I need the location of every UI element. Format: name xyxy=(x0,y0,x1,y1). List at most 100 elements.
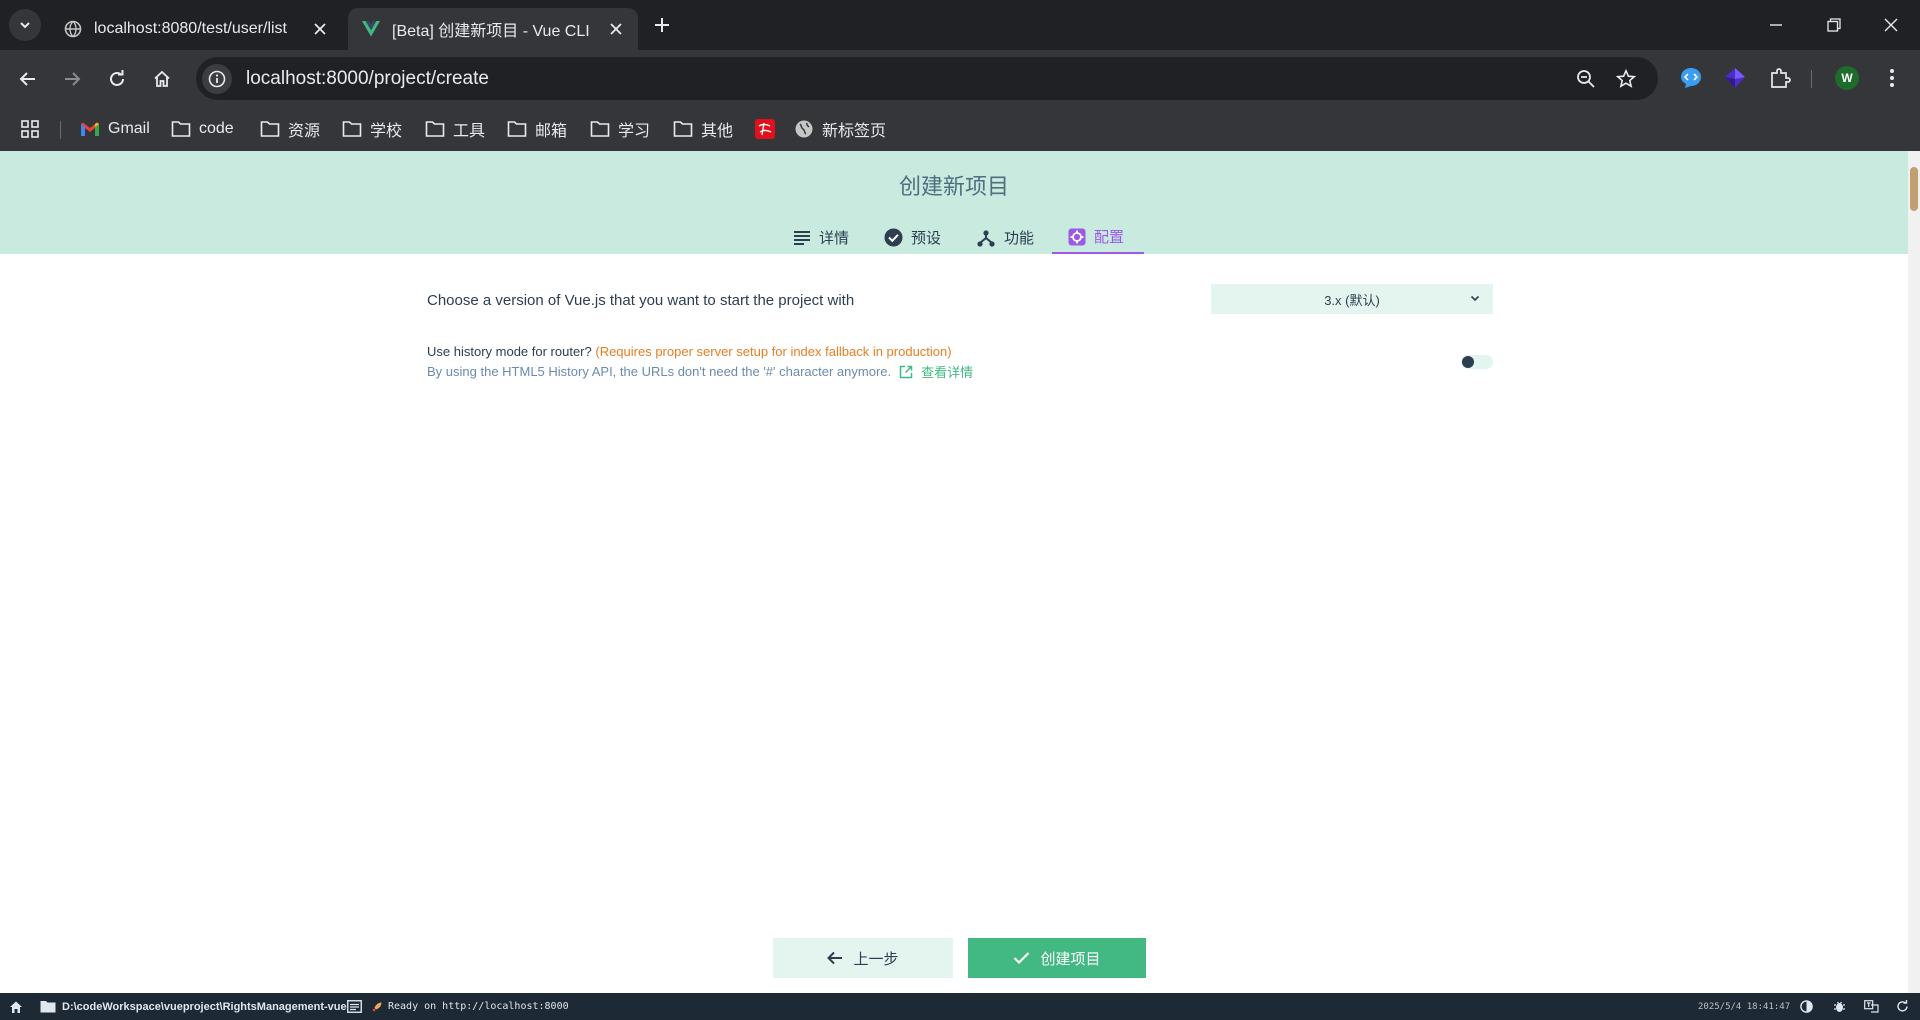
close-window-button[interactable] xyxy=(1862,0,1920,50)
gem-extension-icon[interactable] xyxy=(1719,62,1751,94)
menu-button[interactable] xyxy=(1876,62,1908,94)
bookmark-folder-resources[interactable]: 资源 xyxy=(260,115,320,143)
bookmark-new-tab-page[interactable]: 新标签页 xyxy=(794,115,886,143)
bookmark-folder-tools[interactable]: 工具 xyxy=(425,115,485,143)
bug-report-button[interactable] xyxy=(1833,993,1846,1020)
url-text[interactable]: localhost:8000/project/create xyxy=(246,68,489,90)
home-status-button[interactable] xyxy=(9,993,23,1020)
tab-title: [Beta] 创建新项目 - Vue CLI xyxy=(392,23,590,40)
check-icon xyxy=(1014,952,1030,965)
clock-text: 2025/5/4 18:41:47 xyxy=(1698,1001,1791,1012)
contrast-icon xyxy=(1800,1000,1813,1013)
home-icon xyxy=(10,1001,22,1013)
bookmark-folder-school[interactable]: 学校 xyxy=(342,115,402,143)
minimize-button[interactable] xyxy=(1747,0,1805,50)
folder-icon xyxy=(171,121,191,137)
project-path[interactable]: D:\codeWorkspace\vueproject\RightsManage… xyxy=(40,993,347,1020)
log-status[interactable]: Ready on http://localhost:8000 xyxy=(347,993,569,1020)
log-text: Ready on http://localhost:8000 xyxy=(388,1001,569,1012)
close-icon[interactable] xyxy=(310,19,330,39)
bookmark-label: 资源 xyxy=(288,123,321,140)
address-bar[interactable]: localhost:8000/project/create xyxy=(196,57,1658,100)
close-icon[interactable] xyxy=(606,19,626,39)
new-tab-button[interactable] xyxy=(650,13,674,37)
star-icon[interactable] xyxy=(1612,65,1640,93)
list-icon xyxy=(794,230,810,245)
bookmark-label: 学校 xyxy=(370,123,403,140)
status-clock: 2025/5/4 18:41:47 xyxy=(1698,993,1790,1020)
terminal-icon xyxy=(347,1000,362,1013)
history-mode-desc-text: By using the HTML5 History API, the URLs… xyxy=(427,364,892,379)
check-circle-icon xyxy=(884,228,903,247)
vue-version-select[interactable]: 3.x (默认) xyxy=(1211,284,1493,314)
profile-avatar[interactable]: W xyxy=(1831,62,1863,94)
restore-icon xyxy=(1827,18,1841,32)
refresh-status-button[interactable] xyxy=(1896,993,1909,1020)
bookmark-label: 学习 xyxy=(618,123,651,140)
bookmark-label: 新标签页 xyxy=(822,123,887,140)
bookmark-folder-other[interactable]: 其他 xyxy=(673,115,733,143)
reload-button[interactable] xyxy=(100,62,134,96)
scroll-thumb[interactable] xyxy=(1910,167,1918,211)
vue-logo-icon xyxy=(362,20,380,38)
bookmark-folder-study[interactable]: 学习 xyxy=(590,115,650,143)
minimize-icon xyxy=(1770,24,1782,26)
tab-features[interactable]: 功能 xyxy=(976,221,1034,254)
folder-icon xyxy=(40,1001,56,1013)
bookmark-folder-code[interactable]: code xyxy=(171,115,234,143)
toolbar-divider xyxy=(1811,70,1812,88)
toggle-knob xyxy=(1462,356,1474,368)
more-info-label: 查看详情 xyxy=(921,365,974,380)
back-button[interactable] xyxy=(11,62,45,96)
previous-step-button[interactable]: 上一步 xyxy=(773,938,953,978)
restore-button[interactable] xyxy=(1805,0,1863,50)
tab-label: 预设 xyxy=(911,230,942,247)
tab-search-button[interactable] xyxy=(9,9,41,41)
tab-config[interactable]: 配置 xyxy=(1052,221,1144,254)
tab-details[interactable]: 详情 xyxy=(793,221,849,254)
devtools-extension-icon[interactable] xyxy=(1675,62,1707,94)
apps-grid-icon xyxy=(21,120,39,138)
more-info-link[interactable]: 查看详情 xyxy=(899,362,973,381)
puzzle-icon[interactable] xyxy=(1764,62,1796,94)
history-mode-warning: (Requires proper server setup for index … xyxy=(595,344,952,359)
site-info-icon[interactable] xyxy=(202,63,232,94)
apps-button[interactable] xyxy=(20,115,48,143)
chevron-down-icon xyxy=(1470,295,1480,302)
home-button[interactable] xyxy=(145,62,179,96)
home-icon xyxy=(154,70,170,87)
page-scrollbar[interactable] xyxy=(1908,151,1920,993)
create-project-label: 创建项目 xyxy=(1040,950,1101,968)
previous-step-label: 上一步 xyxy=(853,950,899,968)
tab-presets[interactable]: 预设 xyxy=(884,221,941,254)
history-mode-toggle[interactable] xyxy=(1461,355,1493,369)
folder-icon xyxy=(425,121,445,137)
tab-user-list[interactable]: localhost:8080/test/user/list xyxy=(50,8,342,50)
arrow-left-icon xyxy=(19,72,35,86)
translate-button[interactable] xyxy=(1864,993,1879,1020)
theme-toggle-button[interactable] xyxy=(1800,993,1813,1020)
red-badge-icon xyxy=(755,119,775,139)
tab-title: localhost:8080/test/user/list xyxy=(94,20,287,37)
step-tabs: 详情 预设 功能 配置 xyxy=(0,221,1908,254)
gmail-icon xyxy=(81,122,99,136)
more-vert-icon xyxy=(1890,69,1894,87)
vue-version-value: 3.x (默认) xyxy=(1324,292,1380,308)
external-link-icon xyxy=(899,365,913,378)
bookmark-gmail[interactable]: Gmail xyxy=(80,115,150,143)
bookmark-red-badge[interactable] xyxy=(755,115,783,143)
zoom-icon[interactable] xyxy=(1572,65,1600,93)
bookmark-folder-mail[interactable]: 邮箱 xyxy=(507,115,567,143)
page-header: 创建新项目 详情 预设 功能 配置 xyxy=(0,151,1908,254)
arrow-right-icon xyxy=(65,72,81,86)
arrow-left-icon xyxy=(827,951,843,965)
tab-vue-cli[interactable]: [Beta] 创建新项目 - Vue CLI xyxy=(348,8,638,50)
folder-icon xyxy=(342,121,362,137)
bookmark-label: 工具 xyxy=(453,123,486,140)
fork-icon xyxy=(977,229,995,247)
forward-button[interactable] xyxy=(55,62,89,96)
create-project-button[interactable]: 创建项目 xyxy=(968,938,1146,978)
bookmark-label: Gmail xyxy=(108,120,150,137)
translate-icon xyxy=(1864,1000,1879,1013)
bookmarks-divider xyxy=(60,121,61,139)
